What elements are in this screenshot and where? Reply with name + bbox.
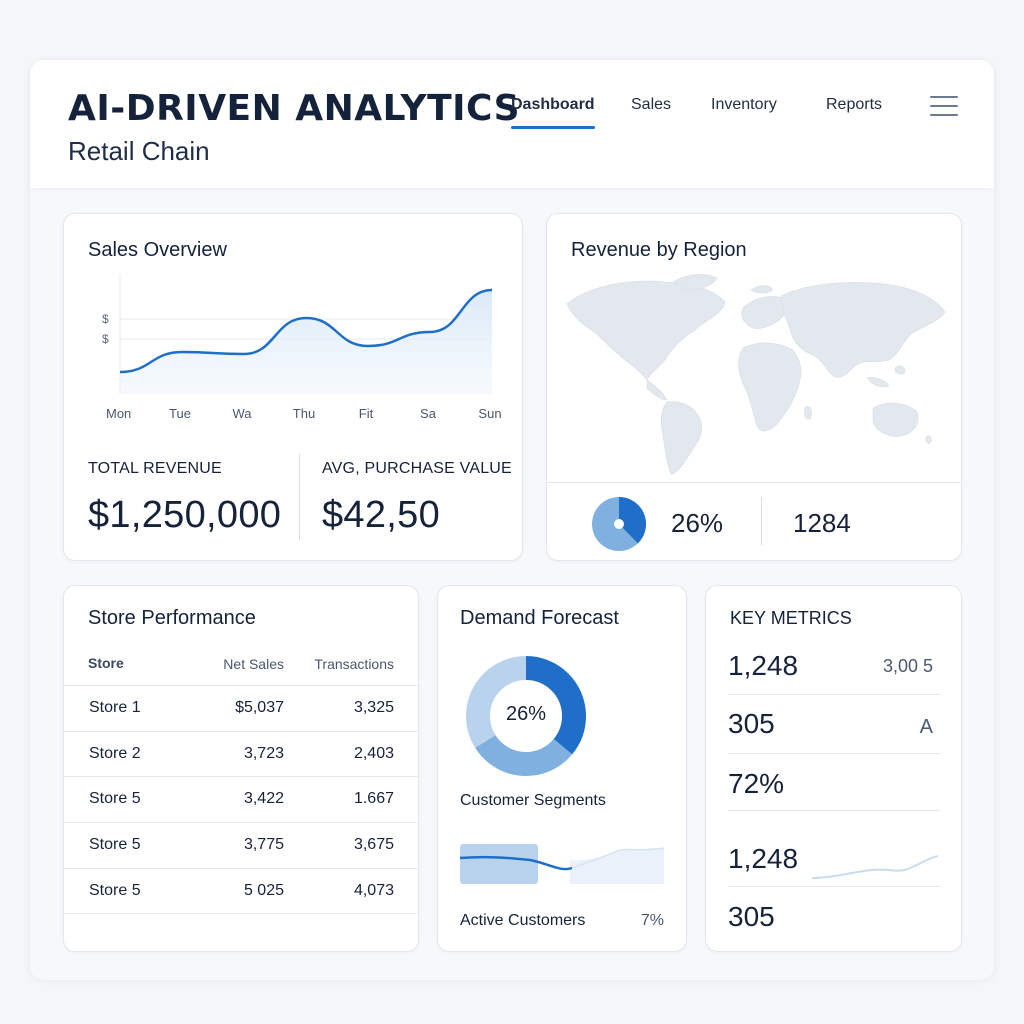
key-metric-aside: A (919, 716, 933, 738)
table-row[interactable]: Store 5 5 025 4,073 (64, 868, 418, 914)
table-row[interactable]: Store 2 3,723 2,403 (64, 731, 418, 777)
active-customers-label: Active Customers (460, 912, 586, 929)
x-tick-label: Sa (420, 406, 437, 421)
store-name-cell: Store 5 (89, 836, 141, 853)
revenue-region-card: Revenue by Region 26% 1284 (546, 213, 962, 561)
key-metrics-card: KEY METRICS 1,248 3,00 5 305 A 72% 1,248… (705, 585, 962, 952)
net-sales-cell: 5 025 (243, 882, 284, 899)
transactions-cell: 3,325 (353, 699, 394, 716)
total-revenue-value: $1,250,000 (88, 494, 282, 536)
transactions-cell: 2,403 (353, 745, 394, 762)
net-sales-cell: $5,037 (235, 699, 284, 716)
pie-center (614, 519, 624, 529)
key-metrics-title: KEY METRICS (730, 608, 852, 628)
transactions-cell: 4,073 (353, 882, 394, 899)
region-divider (761, 497, 762, 545)
app-title: AI-DRIVEN ANALYTICS (68, 88, 521, 129)
sales-overview-card: Sales Overview $ $ Mon Tue Wa Thu Fit Sa Sun TOT… (63, 213, 523, 561)
donut-percent: 26% (505, 703, 547, 725)
nav-reports[interactable]: Reports (826, 96, 882, 114)
net-sales-cell: 3,775 (243, 836, 284, 853)
avg-purchase-label: AVG, PURCHASE VALUE (322, 460, 512, 477)
x-tick-label: Tue (169, 406, 191, 421)
metric-divider (728, 810, 940, 811)
demand-forecast-card: Demand Forecast 26% Customer Segments Ac… (437, 585, 687, 952)
metric-divider (728, 694, 940, 695)
avg-purchase-value: $42,50 (322, 494, 441, 536)
hamburger-menu-icon[interactable] (930, 96, 958, 118)
sales-overview-title: Sales Overview (88, 239, 227, 261)
x-tick-label: Wa (232, 406, 252, 421)
region-count: 1284 (793, 508, 851, 538)
nav-inventory[interactable]: Inventory (711, 96, 777, 114)
app-subtitle: Retail Chain (68, 136, 210, 166)
revenue-region-title: Revenue by Region (571, 239, 747, 261)
table-row[interactable]: Store 5 3,775 3,675 (64, 822, 418, 868)
metric-divider (728, 886, 940, 887)
region-percent: 26% (671, 508, 724, 538)
net-sales-cell: 3,422 (243, 790, 284, 807)
demand-forecast-title: Demand Forecast (460, 607, 619, 629)
key-metric-value: 1,248 (728, 650, 799, 681)
nav-dashboard[interactable]: Dashboard (511, 96, 595, 129)
x-tick-label: Fit (359, 406, 374, 421)
nav-sales[interactable]: Sales (631, 96, 671, 114)
store-name-cell: Store 2 (89, 745, 141, 762)
active-customers-sparkline (460, 844, 665, 884)
column-header-store: Store (88, 655, 124, 671)
store-performance-title: Store Performance (88, 607, 256, 629)
world-map (566, 274, 946, 475)
x-tick-label: Sun (478, 406, 501, 421)
transactions-cell: 3,675 (353, 836, 394, 853)
column-header-net-sales: Net Sales (223, 656, 284, 672)
metric-divider (299, 454, 300, 540)
column-header-transactions: Transactions (314, 656, 394, 672)
customer-segments-label: Customer Segments (460, 792, 606, 809)
y-tick-label: $ (102, 332, 109, 346)
store-performance-card: Store Performance Store Net Sales Transa… (63, 585, 419, 952)
key-metric-aside: 3,00 5 (882, 656, 933, 676)
region-separator (547, 482, 961, 483)
table-row[interactable]: Store 5 3,422 1.667 (64, 776, 418, 822)
key-metric-sparkline (812, 855, 938, 879)
x-tick-label: Thu (293, 406, 315, 421)
store-name-cell: Store 1 (89, 699, 141, 716)
sales-area (120, 290, 492, 394)
sales-line-chart: $ $ Mon Tue Wa Thu Fit Sa Sun (102, 274, 502, 421)
y-tick-label: $ (102, 312, 109, 326)
x-tick-label: Mon (106, 406, 131, 421)
active-customers-value: 7% (640, 912, 664, 929)
metric-divider (728, 753, 940, 754)
region-pie-chart (592, 497, 646, 551)
key-metric-value: 305 (728, 901, 775, 932)
key-metric-value: 72% (728, 768, 785, 799)
app-header: AI-DRIVEN ANALYTICS Retail Chain Dashboa… (30, 60, 994, 188)
key-metric-value: 1,248 (728, 843, 799, 874)
table-row[interactable]: Store 1 $5,037 3,325 (64, 685, 418, 731)
total-revenue-label: TOTAL REVENUE (88, 460, 222, 477)
store-name-cell: Store 5 (89, 882, 141, 899)
key-metric-value: 305 (728, 708, 775, 739)
net-sales-cell: 3,723 (243, 745, 284, 762)
transactions-cell: 1.667 (353, 790, 394, 807)
store-name-cell: Store 5 (89, 790, 141, 807)
